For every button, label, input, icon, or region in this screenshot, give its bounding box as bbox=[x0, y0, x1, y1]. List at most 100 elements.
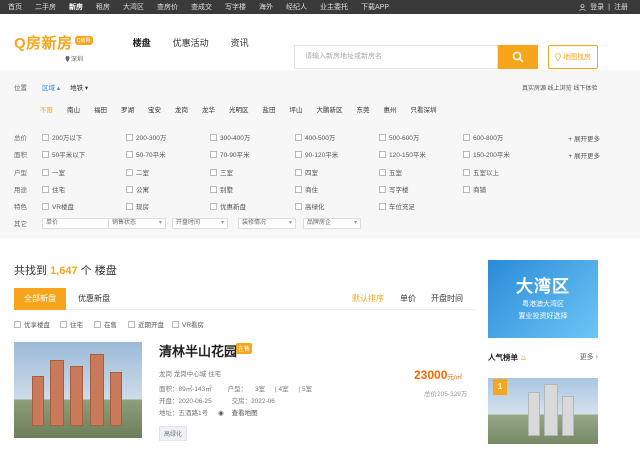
login-link[interactable]: 登录 bbox=[590, 2, 604, 12]
listing-title[interactable]: 清林半山花园 bbox=[159, 341, 237, 360]
nav-deals[interactable]: 查成交 bbox=[191, 2, 212, 12]
usage-option[interactable]: 写字楼 bbox=[379, 184, 409, 194]
sale-status-select[interactable]: 销售状态 bbox=[108, 218, 166, 229]
option-label: 90-120平米 bbox=[305, 152, 339, 159]
tab-news[interactable]: 资讯 bbox=[231, 36, 249, 49]
region-tab-label: 区域 bbox=[42, 85, 55, 92]
nav-office[interactable]: 写字楼 bbox=[225, 2, 246, 12]
nav-rent[interactable]: 租房 bbox=[96, 2, 110, 12]
listing-area-layout: 面积：89㎡-143㎡ 户型： 3室 | 4室 | 5室 bbox=[159, 383, 328, 393]
district-longhua[interactable]: 龙华 bbox=[202, 104, 215, 114]
view-map-link[interactable]: ◉ 查看地图 bbox=[218, 410, 266, 417]
expand-more-button[interactable]: + 展开更多 bbox=[568, 133, 600, 143]
search-input[interactable]: 请输入新房地址或新房名 bbox=[294, 45, 498, 69]
listing-photo[interactable] bbox=[14, 342, 142, 438]
district-dapeng[interactable]: 大鹏新区 bbox=[317, 104, 343, 114]
sort-default[interactable]: 默认排序 bbox=[352, 288, 384, 310]
layout-option[interactable]: 二室 bbox=[126, 167, 149, 177]
check-recent-open[interactable]: 近期开盘 bbox=[128, 319, 164, 329]
sort-open-time[interactable]: 开盘时间 bbox=[431, 288, 463, 310]
total-option[interactable]: 200-300万 bbox=[126, 132, 166, 142]
district-baoan[interactable]: 宝安 bbox=[148, 104, 161, 114]
usage-option[interactable]: 商铺 bbox=[463, 184, 486, 194]
total-option[interactable]: 600-800万 bbox=[463, 132, 503, 142]
check-vr[interactable]: VR看房 bbox=[172, 319, 204, 329]
area-option[interactable]: 90-120平米 bbox=[295, 149, 338, 159]
nav-owner[interactable]: 业主委托 bbox=[320, 2, 348, 12]
ranking-more-link[interactable]: 更多 › bbox=[580, 352, 598, 362]
nav-agents[interactable]: 经纪人 bbox=[286, 2, 307, 12]
usage-option[interactable]: 商住 bbox=[295, 184, 318, 194]
nav-greater-bay[interactable]: 大湾区 bbox=[123, 2, 144, 12]
district-pingshan[interactable]: 坪山 bbox=[290, 104, 303, 114]
feature-option[interactable]: 车位充足 bbox=[379, 201, 415, 211]
tab-promotions[interactable]: 优惠活动 bbox=[173, 36, 209, 49]
layout-text: 户型： 3室 | 4室 | 5室 bbox=[227, 386, 313, 393]
layout-option[interactable]: 一室 bbox=[42, 167, 65, 177]
area-label: 面积 bbox=[14, 152, 27, 159]
rank-badge: 1 bbox=[493, 379, 507, 395]
check-residential[interactable]: 住宅 bbox=[60, 319, 83, 329]
nav-home[interactable]: 首页 bbox=[8, 2, 22, 12]
subway-tab[interactable]: 地铁 ▾ bbox=[70, 82, 88, 92]
area-option[interactable]: 50平米以下 bbox=[42, 149, 85, 159]
nav-second-hand[interactable]: 二手房 bbox=[35, 2, 56, 12]
district-dongguan[interactable]: 东莞 bbox=[357, 104, 370, 114]
feature-option[interactable]: VR楼盘 bbox=[42, 201, 74, 211]
area-option[interactable]: 50-70平米 bbox=[126, 149, 166, 159]
district-futian[interactable]: 福田 bbox=[94, 104, 107, 114]
total-option[interactable]: 200万以下 bbox=[42, 132, 82, 142]
city-selector[interactable]: 深圳 bbox=[65, 54, 83, 63]
layout-option[interactable]: 三室 bbox=[210, 167, 233, 177]
total-option[interactable]: 500-600万 bbox=[379, 132, 419, 142]
tab-all-new[interactable]: 全部新盘 bbox=[14, 288, 66, 310]
caret-down-icon: ▾ bbox=[84, 85, 89, 92]
tab-buildings[interactable]: 楼盘 bbox=[133, 36, 151, 49]
unit-price-select[interactable]: 单价 bbox=[42, 218, 118, 229]
total-option[interactable]: 300-400万 bbox=[210, 132, 250, 142]
district-guangming[interactable]: 光明区 bbox=[229, 104, 249, 114]
feature-tag: 高绿化 bbox=[159, 426, 188, 441]
check-premium[interactable]: 优享楼盘 bbox=[14, 319, 50, 329]
usage-option[interactable]: 住宅 bbox=[42, 184, 65, 194]
feature-option[interactable]: 高绿化 bbox=[295, 201, 325, 211]
search-button[interactable] bbox=[498, 45, 538, 69]
district-all[interactable]: 不限 bbox=[40, 104, 53, 114]
layout-option[interactable]: 五室以上 bbox=[463, 167, 499, 177]
district-luohu[interactable]: 罗湖 bbox=[121, 104, 134, 114]
district-huizhou[interactable]: 惠州 bbox=[384, 104, 397, 114]
usage-option[interactable]: 公寓 bbox=[126, 184, 149, 194]
tab-discount-new[interactable]: 优惠新盘 bbox=[68, 288, 120, 310]
nav-house-price[interactable]: 查房价 bbox=[157, 2, 178, 12]
nav-overseas[interactable]: 海外 bbox=[259, 2, 273, 12]
register-link[interactable]: 注册 bbox=[614, 2, 628, 12]
nav-download-app[interactable]: 下载APP bbox=[361, 2, 389, 12]
total-option[interactable]: 400-500万 bbox=[295, 132, 335, 142]
district-longgang[interactable]: 龙岗 bbox=[175, 104, 188, 114]
open-time-select[interactable]: 开盘时间 bbox=[172, 218, 228, 229]
layout-item: 3室 bbox=[255, 386, 266, 393]
developer-select[interactable]: 品牌房企 bbox=[303, 218, 361, 229]
layout-option[interactable]: 五室 bbox=[379, 167, 402, 177]
district-nanshan[interactable]: 南山 bbox=[67, 104, 80, 114]
check-on-sale[interactable]: 在售 bbox=[94, 319, 117, 329]
layout-option[interactable]: 四室 bbox=[295, 167, 318, 177]
area-option[interactable]: 70-90平米 bbox=[210, 149, 250, 159]
district-shenzhen-only[interactable]: 只看深圳 bbox=[411, 104, 437, 114]
area-option[interactable]: 150-200平米 bbox=[463, 149, 510, 159]
greater-bay-banner[interactable]: 大湾区 粤港澳大湾区 置业投资好选择 bbox=[488, 260, 598, 338]
site-logo[interactable]: Q房新房 Q房网 bbox=[14, 32, 93, 53]
feature-option[interactable]: 优惠新盘 bbox=[210, 201, 246, 211]
expand-more-button[interactable]: + 展开更多 bbox=[568, 150, 600, 160]
sort-unit-price[interactable]: 单价 bbox=[400, 288, 416, 310]
usage-option[interactable]: 别墅 bbox=[210, 184, 233, 194]
district-yantian[interactable]: 盐田 bbox=[263, 104, 276, 114]
region-tab[interactable]: 区域 ▴ bbox=[42, 82, 60, 92]
map-search-button[interactable]: 地图找房 bbox=[548, 45, 598, 69]
checkbox bbox=[42, 185, 49, 193]
logo-badge: Q房网 bbox=[74, 35, 93, 45]
feature-option[interactable]: 现房 bbox=[126, 201, 149, 211]
nav-new-homes[interactable]: 新房 bbox=[69, 2, 83, 12]
area-option[interactable]: 120-150平米 bbox=[379, 149, 426, 159]
decoration-select[interactable]: 装修情况 bbox=[238, 218, 296, 229]
